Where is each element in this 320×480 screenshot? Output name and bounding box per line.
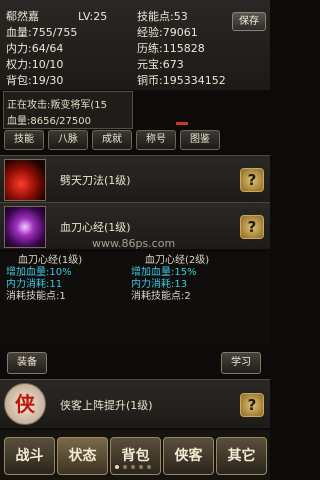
xiake-badge-icon: 侠 <box>4 383 46 425</box>
tab-achievements[interactable]: 成就 <box>92 130 132 150</box>
tab-codex[interactable]: 图鉴 <box>180 130 220 150</box>
purple-sword-skill-icon <box>4 206 46 248</box>
page-indicator-dot <box>115 465 119 469</box>
current-effect: 增加血量:10% <box>6 267 72 278</box>
nav-battle-button[interactable]: 战斗 <box>4 437 55 475</box>
next-effect: 增加血量:15% <box>131 267 197 278</box>
current-level-title: 血刀心经(1级) <box>18 255 83 266</box>
copper-stat: 铜币:195334152 <box>137 74 226 87</box>
next-cost: 内力消耗:13 <box>131 279 188 290</box>
passive-skill-row[interactable]: 侠 侠客上阵提升(1级) ? <box>0 379 270 428</box>
watermark: www.86ps.com <box>92 237 176 250</box>
bag-stat: 背包:19/30 <box>6 74 64 87</box>
internal-stat: 内力:64/64 <box>6 42 64 55</box>
help-icon[interactable]: ? <box>240 215 264 239</box>
next-level-title: 血刀心经(2级) <box>145 255 210 266</box>
yuanbao-stat: 元宝:673 <box>137 58 184 71</box>
skill-row[interactable]: 劈天刀法(1级) ? <box>0 155 270 202</box>
attack-target: 正在攻击:叛变将军(15 <box>7 100 107 111</box>
page-indicator-dot <box>123 465 127 469</box>
nav-bag-button[interactable]: 背包 <box>110 437 161 475</box>
red-slash-skill-icon <box>4 159 46 201</box>
save-button[interactable]: 保存 <box>232 12 266 31</box>
learn-button[interactable]: 学习 <box>221 352 261 374</box>
target-hp: 血量:8656/27500 <box>7 116 91 127</box>
page-indicator-dot <box>131 465 135 469</box>
page-indicator-dot <box>147 465 151 469</box>
tab-skills[interactable]: 技能 <box>4 130 44 150</box>
exp-stat: 经验:79061 <box>137 26 198 39</box>
page-indicator-dot <box>139 465 143 469</box>
tab-titles[interactable]: 称号 <box>136 130 176 150</box>
next-sp: 消耗技能点:2 <box>131 291 191 302</box>
attack-status-panel: 正在攻击:叛变将军(15 血量:8656/27500 <box>3 91 133 129</box>
current-cost: 内力消耗:11 <box>6 279 63 290</box>
character-name: 郗然嘉 <box>6 10 39 23</box>
skill-detail-panel: 血刀心经(1级) 增加血量:10% 内力消耗:11 消耗技能点:1 血刀心经(2… <box>0 252 270 344</box>
current-sp: 消耗技能点:1 <box>6 291 66 302</box>
power-stat: 权力:10/10 <box>6 58 64 71</box>
hp-stat: 血量:755/755 <box>6 26 78 39</box>
tab-meridians[interactable]: 八脉 <box>48 130 88 150</box>
character-level: LV:25 <box>78 10 108 23</box>
help-icon[interactable]: ? <box>240 168 264 192</box>
skill-name: 血刀心经(1级) <box>60 221 131 234</box>
nav-hero-button[interactable]: 侠客 <box>163 437 214 475</box>
red-flag-icon <box>176 122 188 125</box>
equip-button[interactable]: 装备 <box>7 352 47 374</box>
help-icon[interactable]: ? <box>240 393 264 417</box>
nav-status-button[interactable]: 状态 <box>57 437 108 475</box>
nav-other-button[interactable]: 其它 <box>216 437 267 475</box>
skill-points: 技能点:53 <box>137 10 188 23</box>
passive-skill-name: 侠客上阵提升(1级) <box>60 399 153 412</box>
training-stat: 历练:115828 <box>137 42 205 55</box>
skill-name: 劈天刀法(1级) <box>60 174 131 187</box>
